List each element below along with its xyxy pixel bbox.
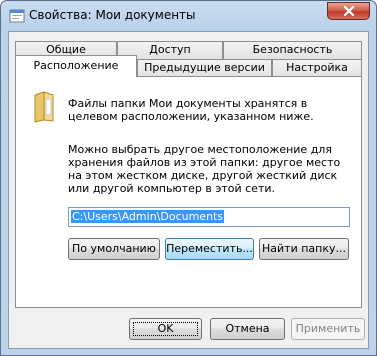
close-button[interactable]	[327, 2, 370, 20]
info-text: Файлы папки Мои документы хранятся в цел…	[68, 97, 314, 123]
window-title: Свойства: Мои документы	[29, 8, 196, 22]
find-folder-button[interactable]: Найти папку...	[259, 238, 349, 260]
folder-path-input[interactable]: C:\Users\Admin\Documents	[68, 207, 350, 227]
title-bar[interactable]: Свойства: Мои документы	[1, 1, 376, 31]
folder-icon	[32, 91, 56, 123]
ok-button[interactable]: OK	[129, 318, 202, 340]
description-text: Можно выбрать другое местоположение для …	[68, 143, 341, 195]
tab-customize[interactable]: Настройка	[272, 59, 362, 77]
document-window-icon	[9, 9, 25, 23]
close-icon	[343, 6, 354, 16]
tab-location[interactable]: Расположение	[15, 55, 137, 77]
properties-window: Свойства: Мои документы Общие Доступ Без…	[0, 0, 377, 356]
location-panel: Файлы папки Мои документы хранятся в цел…	[15, 76, 362, 308]
folder-path-value: C:\Users\Admin\Documents	[71, 210, 225, 223]
cancel-button[interactable]: Отмена	[210, 318, 285, 340]
tab-security[interactable]: Безопасность	[223, 41, 362, 59]
move-button[interactable]: Переместить...	[165, 238, 254, 260]
restore-default-button[interactable]: По умолчанию	[68, 238, 160, 260]
apply-button[interactable]: Применить	[291, 318, 365, 340]
tab-previous-versions[interactable]: Предыдущие версии	[137, 59, 272, 77]
dialog-client-area: Общие Доступ Безопасность Расположение П…	[8, 31, 369, 349]
